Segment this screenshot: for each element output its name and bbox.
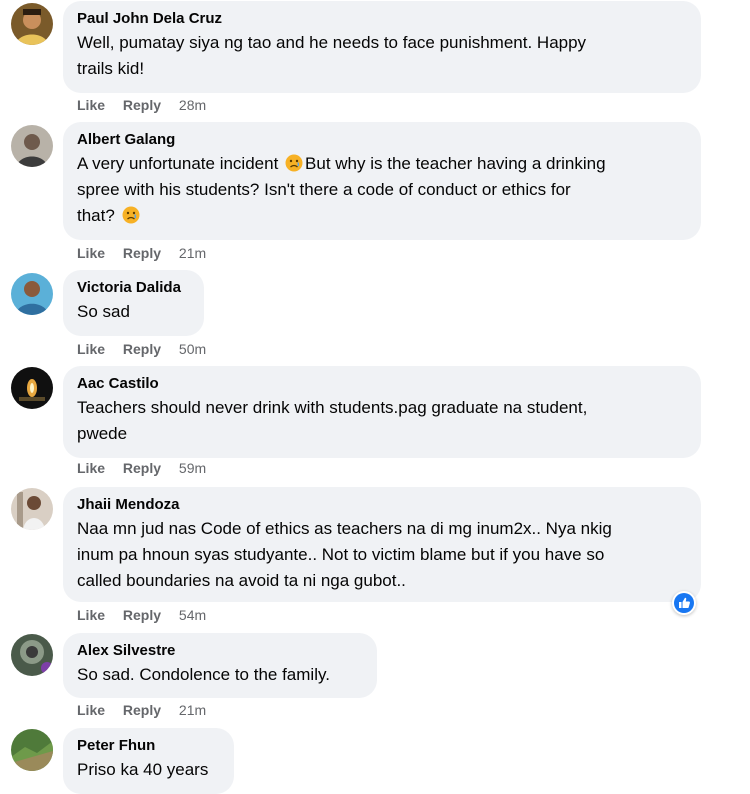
like-button[interactable]: Like — [77, 245, 105, 261]
comment-actions: Like Reply 59m — [77, 459, 206, 477]
comment-line: trails kid! — [77, 59, 145, 78]
comment-line: Priso ka 40 years — [77, 760, 209, 779]
comment-text: Well, pumatay siya ng tao and he needs t… — [77, 30, 687, 82]
comment-text: So sad — [77, 299, 190, 325]
comment-bubble: Jhaii Mendoza Naa mn jud nas Code of eth… — [63, 487, 701, 602]
comment-bubble: Aac Castilo Teachers should never drink … — [63, 366, 701, 458]
comment-text: So sad. Condolence to the family. — [77, 662, 363, 688]
reply-button[interactable]: Reply — [123, 341, 161, 357]
comment-text: Priso ka 40 years — [77, 757, 220, 783]
comment-line: called boundaries na avoid ta ni nga gub… — [77, 571, 406, 590]
avatar[interactable] — [11, 3, 53, 45]
avatar[interactable] — [11, 273, 53, 315]
like-reaction-icon[interactable] — [672, 591, 696, 615]
comment-timestamp[interactable]: 21m — [179, 702, 206, 718]
avatar[interactable] — [11, 367, 53, 409]
reply-button[interactable]: Reply — [123, 460, 161, 476]
comment-timestamp[interactable]: 50m — [179, 341, 206, 357]
comment-line: Well, pumatay siya ng tao and he needs t… — [77, 33, 587, 52]
avatar[interactable] — [11, 488, 53, 530]
reply-button[interactable]: Reply — [123, 607, 161, 623]
comment-actions: Like Reply 21m — [77, 244, 206, 262]
comment-line: So sad. Condolence to the family. — [77, 665, 330, 684]
reply-button[interactable]: Reply — [123, 702, 161, 718]
comment-line: Naa mn jud nas Code of ethics as teacher… — [77, 519, 612, 538]
avatar[interactable] — [11, 125, 53, 167]
comment-text: A very unfortunate incident But why is t… — [77, 151, 687, 229]
comment-line: A very unfortunate incident — [77, 154, 279, 173]
like-button[interactable]: Like — [77, 702, 105, 718]
avatar[interactable] — [11, 729, 53, 771]
comment-line: spree with his students? Isn't there a c… — [77, 180, 571, 199]
comment-timestamp[interactable]: 54m — [179, 607, 206, 623]
comment-bubble: Paul John Dela Cruz Well, pumatay siya n… — [63, 1, 701, 93]
commenter-name[interactable]: Albert Galang — [77, 130, 687, 150]
sad-emoji-icon — [122, 206, 140, 224]
comment-actions: Like Reply 54m — [77, 606, 206, 624]
comment-timestamp[interactable]: 59m — [179, 460, 206, 476]
comment-text: Naa mn jud nas Code of ethics as teacher… — [77, 516, 687, 594]
like-button[interactable]: Like — [77, 97, 105, 113]
comment-bubble: Victoria Dalida So sad — [63, 270, 204, 336]
comment-text: Teachers should never drink with student… — [77, 395, 687, 447]
reply-button[interactable]: Reply — [123, 97, 161, 113]
like-button[interactable]: Like — [77, 460, 105, 476]
comment-line: inum pa hnoun syas studyante.. Not to vi… — [77, 545, 605, 564]
comment-actions: Like Reply 21m — [77, 701, 206, 719]
like-button[interactable]: Like — [77, 341, 105, 357]
commenter-name[interactable]: Jhaii Mendoza — [77, 495, 687, 515]
like-button[interactable]: Like — [77, 607, 105, 623]
comment-timestamp[interactable]: 21m — [179, 245, 206, 261]
comment-bubble: Alex Silvestre So sad. Condolence to the… — [63, 633, 377, 698]
reply-button[interactable]: Reply — [123, 245, 161, 261]
comment-actions: Like Reply 50m — [77, 340, 206, 358]
comment-line: But why is the teacher having a drinking — [305, 154, 606, 173]
commenter-name[interactable]: Alex Silvestre — [77, 641, 363, 661]
avatar[interactable] — [11, 634, 53, 676]
comment-line: pwede — [77, 424, 128, 443]
comment-bubble: Peter Fhun Priso ka 40 years — [63, 728, 234, 794]
comment-bubble: Albert Galang A very unfortunate inciden… — [63, 122, 701, 240]
commenter-name[interactable]: Victoria Dalida — [77, 278, 190, 298]
commenter-name[interactable]: Paul John Dela Cruz — [77, 9, 687, 29]
comment-line: So sad — [77, 302, 130, 321]
comment-line: that? — [77, 206, 115, 225]
comment-timestamp[interactable]: 28m — [179, 97, 206, 113]
comment-line: Teachers should never drink with student… — [77, 398, 588, 417]
sad-emoji-icon — [285, 154, 303, 172]
comment-actions: Like Reply 28m — [77, 96, 206, 114]
commenter-name[interactable]: Peter Fhun — [77, 736, 220, 756]
commenter-name[interactable]: Aac Castilo — [77, 374, 687, 394]
